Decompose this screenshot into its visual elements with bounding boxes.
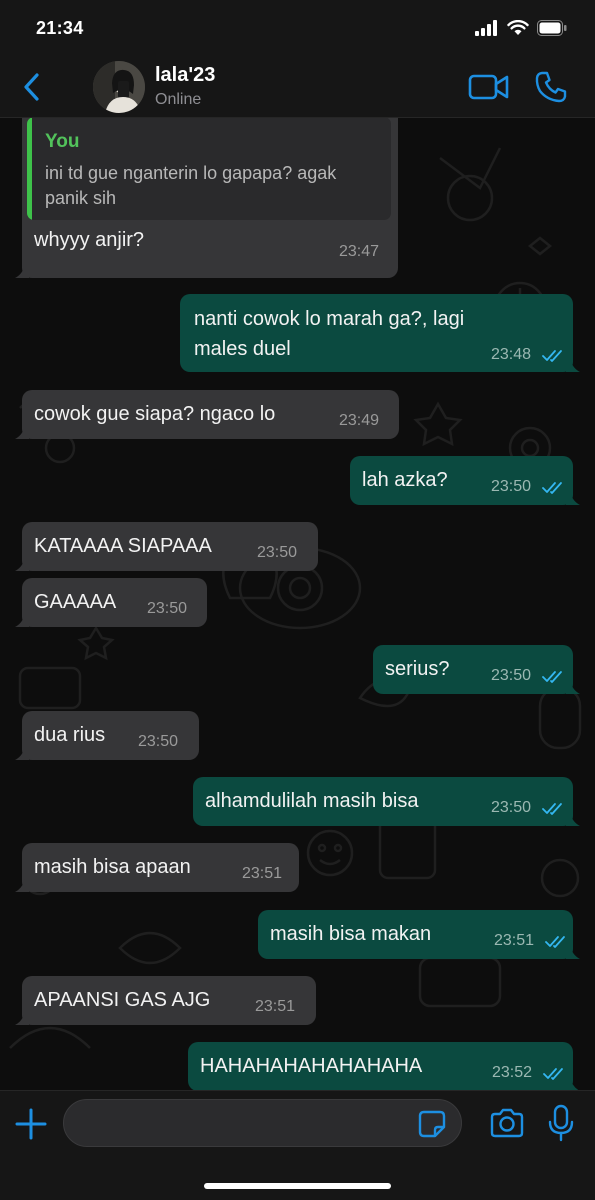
bubble-tail [15, 878, 29, 892]
message-timestamp: 23:50 [257, 544, 298, 561]
message-text: HAHAHAHAHAHAHAHA [200, 1055, 423, 1077]
battery-icon [537, 20, 567, 36]
bubble-tail [566, 945, 580, 959]
message-text: APAANSI GAS AJG [34, 989, 211, 1011]
microphone-icon [548, 1104, 574, 1142]
incoming-message[interactable]: dua rius 23:50 [15, 711, 199, 760]
quoted-message[interactable]: You ini td gue nganterin lo gapapa? agak … [27, 118, 391, 220]
message-timestamp: 23:50 [138, 733, 179, 750]
message-timestamp: 23:48 [491, 346, 532, 363]
bubble-tail [566, 680, 580, 694]
bubble-tail [15, 746, 29, 760]
bubble-tail [15, 264, 29, 278]
status-bar: 21:34 [0, 0, 595, 56]
wifi-icon [507, 20, 529, 35]
bubble-tail [15, 1011, 29, 1025]
message-timestamp: 23:50 [491, 667, 532, 684]
read-receipt-icon [542, 350, 562, 362]
status-time: 21:34 [36, 18, 84, 38]
avatar-photo [93, 61, 145, 113]
message-text: KATAAAA SIAPAAA [34, 535, 212, 557]
video-camera-icon [468, 74, 509, 100]
message-text: GAAAAA [34, 591, 117, 613]
message-list[interactable]: You ini td gue nganterin lo gapapa? agak … [0, 118, 595, 1090]
voice-message-button[interactable] [548, 1104, 574, 1142]
message-timestamp: 23:50 [491, 478, 532, 495]
read-receipt-icon [543, 1068, 563, 1080]
message-text: whyyy anjir? [34, 229, 145, 251]
incoming-message[interactable]: GAAAAA 23:50 [15, 578, 207, 627]
read-receipt-icon [542, 803, 562, 815]
camera-button[interactable] [489, 1108, 525, 1138]
bubble-tail [566, 1077, 579, 1090]
message-timestamp: 23:51 [255, 998, 296, 1015]
outgoing-message[interactable]: alhamdulilah masih bisa 23:50 [193, 777, 580, 826]
incoming-message[interactable]: APAANSI GAS AJG 23:51 [15, 976, 316, 1025]
message-timestamp: 23:50 [491, 799, 532, 816]
input-bar [0, 1090, 595, 1200]
voice-call-button[interactable] [534, 70, 568, 104]
back-button[interactable] [16, 70, 46, 104]
message-timestamp: 23:47 [339, 243, 380, 260]
contact-status: Online [155, 91, 202, 108]
bubble-tail [15, 613, 29, 627]
message-text: dua rius [34, 724, 106, 746]
message-timestamp: 23:49 [339, 412, 380, 429]
status-icons [475, 20, 567, 36]
bubble-tail [566, 812, 580, 826]
sticker-icon [418, 1110, 446, 1138]
incoming-message[interactable]: KATAAAA SIAPAAA 23:50 [15, 522, 318, 571]
bubble-tail [15, 557, 29, 571]
bubble-tail [566, 358, 580, 372]
incoming-message[interactable]: masih bisa apaan 23:51 [15, 843, 299, 892]
message-timestamp: 23:52 [492, 1064, 533, 1081]
contact-name[interactable]: lala'23 [155, 64, 215, 87]
home-indicator [204, 1183, 391, 1189]
message-timestamp: 23:51 [494, 932, 535, 949]
incoming-message[interactable]: cowok gue siapa? ngaco lo 23:49 [15, 390, 399, 439]
message-text: nanti cowok lo marah ga?, lagi males due… [194, 308, 465, 360]
message-text: cowok gue siapa? ngaco lo [34, 403, 276, 425]
read-receipt-icon [542, 482, 562, 494]
attach-button[interactable] [14, 1107, 48, 1141]
camera-icon [490, 1108, 524, 1138]
contact-avatar[interactable] [93, 61, 145, 113]
quote-text: ini td gue nganterin lo gapapa? agak pan… [45, 163, 337, 208]
read-receipt-icon [542, 671, 562, 683]
message-text: serius? [385, 658, 450, 680]
outgoing-message[interactable]: lah azka? 23:50 [350, 456, 580, 505]
incoming-message[interactable]: You ini td gue nganterin lo gapapa? agak … [15, 118, 398, 278]
quote-author: You [45, 131, 80, 152]
plus-icon [15, 1108, 47, 1140]
message-text: masih bisa apaan [34, 856, 191, 878]
outgoing-message[interactable]: serius? 23:50 [373, 645, 580, 694]
message-timestamp: 23:50 [147, 600, 188, 617]
message-timestamp: 23:51 [242, 865, 283, 882]
chat-screen: 21:34 lala'23 Online You ini td gue ngan… [0, 0, 595, 1200]
outgoing-message[interactable]: HAHAHAHAHAHAHAHA 23:52 [188, 1042, 579, 1090]
quote-accent-bar [27, 118, 32, 220]
bubble-tail [566, 491, 580, 505]
outgoing-message[interactable]: masih bisa makan 23:51 [258, 910, 580, 959]
message-text: lah azka? [362, 469, 448, 491]
message-input[interactable] [63, 1099, 462, 1147]
message-text: masih bisa makan [270, 923, 432, 945]
video-call-button[interactable] [468, 72, 510, 102]
chevron-left-icon [24, 73, 39, 101]
outgoing-message[interactable]: nanti cowok lo marah ga?, lagi males due… [180, 294, 580, 372]
phone-icon [535, 71, 567, 103]
bubble-tail [15, 425, 29, 439]
cellular-signal-icon [475, 20, 497, 36]
sticker-button[interactable] [418, 1110, 446, 1138]
message-text: alhamdulilah masih bisa [205, 790, 419, 812]
chat-header: lala'23 Online [0, 56, 595, 118]
